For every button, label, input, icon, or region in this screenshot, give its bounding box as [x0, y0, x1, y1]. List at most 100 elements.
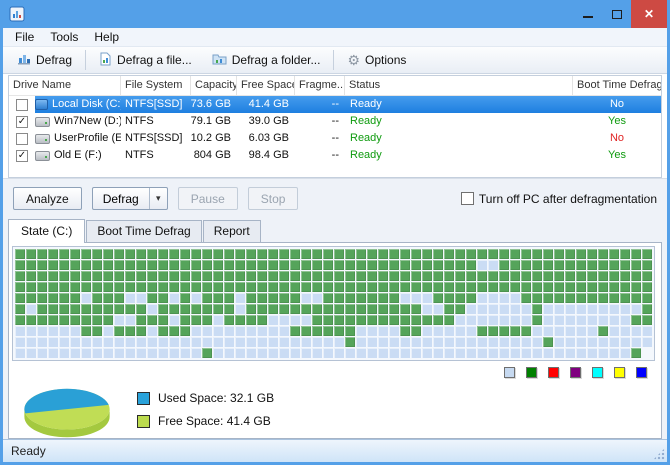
used-block [499, 282, 509, 292]
used-block [323, 293, 333, 303]
column-header-drive-name[interactable]: Drive Name [9, 76, 121, 95]
defrag-folder-button[interactable]: Defrag a folder... [202, 49, 331, 72]
used-block [235, 315, 245, 325]
column-header-free-space[interactable]: Free Space [237, 76, 295, 95]
free-block [389, 337, 399, 347]
used-block [147, 249, 157, 259]
used-block [576, 271, 586, 281]
legend-swatch [504, 367, 515, 378]
used-block [521, 249, 531, 259]
free-block [59, 337, 69, 347]
drive-checkbox[interactable] [16, 133, 28, 145]
used-block [268, 304, 278, 314]
column-header-boot-time-defrag[interactable]: Boot Time Defrag [573, 76, 661, 95]
used-block [70, 282, 80, 292]
defrag-toolbar-button[interactable]: Defrag [7, 49, 82, 72]
drive-table-header: Drive Name File System Capacity Free Spa… [9, 76, 661, 96]
used-block [301, 271, 311, 281]
column-header-file-system[interactable]: File System [121, 76, 191, 95]
free-block [15, 348, 25, 358]
used-block [26, 271, 36, 281]
used-block [48, 260, 58, 270]
menu-file[interactable]: File [7, 29, 42, 45]
drive-checkbox[interactable]: ✓ [16, 116, 28, 128]
defrag-file-button[interactable]: Defrag a file... [89, 49, 202, 72]
defrag-dropdown-button[interactable]: ▾ [150, 188, 167, 209]
used-block [180, 315, 190, 325]
table-row[interactable]: Local Disk (C:)NTFS[SSD]73.6 GB41.4 GB--… [9, 96, 661, 113]
used-block [37, 315, 47, 325]
free-block [521, 337, 531, 347]
used-block [400, 315, 410, 325]
defrag-button[interactable]: Defrag [93, 188, 150, 209]
maximize-button[interactable] [602, 0, 631, 28]
minimize-button[interactable] [573, 0, 602, 28]
used-block [268, 260, 278, 270]
options-button[interactable]: ⚙ Options [337, 49, 416, 72]
free-block [103, 337, 113, 347]
table-row[interactable]: UserProfile (E:)NTFS[SSD]10.2 GB6.03 GB-… [9, 130, 661, 147]
free-block [422, 326, 432, 336]
used-block [213, 304, 223, 314]
free-block [279, 315, 289, 325]
used-block [477, 249, 487, 259]
used-block [48, 304, 58, 314]
column-header-status[interactable]: Status [345, 76, 573, 95]
used-block [356, 304, 366, 314]
free-block [26, 348, 36, 358]
state-panel: Used Space: 32.1 GB Free Space: 41.4 GB … [8, 242, 662, 439]
tab-boot-time-defrag[interactable]: Boot Time Defrag [86, 220, 201, 242]
column-header-fragmentation[interactable]: Fragme... [295, 76, 345, 95]
used-block [334, 326, 344, 336]
free-block [147, 326, 157, 336]
used-block [257, 271, 267, 281]
capacity-cell: 73.6 GB [191, 96, 237, 113]
used-block [609, 260, 619, 270]
used-block [631, 260, 641, 270]
free-block [158, 348, 168, 358]
used-block [59, 260, 69, 270]
free-block [81, 348, 91, 358]
used-block [411, 249, 421, 259]
stop-button[interactable]: Stop [248, 187, 299, 210]
free-block [378, 326, 388, 336]
turn-off-label: Turn off PC after defragmentation [479, 192, 657, 206]
free-block [301, 315, 311, 325]
used-block [367, 293, 377, 303]
used-block [323, 315, 333, 325]
legend-swatch [570, 367, 581, 378]
table-row[interactable]: ✓Win7New (D:)NTFS79.1 GB39.0 GB--ReadyYe… [9, 113, 661, 130]
drive-name-cell: UserProfile (E:) [35, 130, 121, 147]
used-block [279, 293, 289, 303]
drive-icon [35, 117, 50, 127]
used-block [70, 271, 80, 281]
close-button[interactable]: ✕ [631, 0, 667, 28]
boot-time-defrag-cell: No [573, 96, 661, 113]
used-block [356, 293, 366, 303]
drive-checkbox[interactable] [16, 99, 28, 111]
drive-name-cell: Win7New (D:) [35, 113, 121, 130]
analyze-button[interactable]: Analyze [13, 187, 82, 210]
menu-tools[interactable]: Tools [42, 29, 86, 45]
used-block [48, 282, 58, 292]
used-block [389, 315, 399, 325]
used-block [345, 315, 355, 325]
resize-grip[interactable] [653, 448, 665, 460]
free-block [466, 315, 476, 325]
free-block [466, 304, 476, 314]
pause-button[interactable]: Pause [178, 187, 238, 210]
drive-checkbox[interactable]: ✓ [16, 150, 28, 162]
free-block [532, 337, 542, 347]
table-row[interactable]: ✓Old E (F:)NTFS804 GB98.4 GB--ReadyYes [9, 147, 661, 164]
tab-report[interactable]: Report [203, 220, 261, 242]
tab-state[interactable]: State (C:) [8, 219, 85, 243]
free-block [609, 304, 619, 314]
menu-help[interactable]: Help [86, 29, 127, 45]
status-cell: Ready [345, 96, 573, 113]
free-block [191, 293, 201, 303]
used-block [642, 282, 652, 292]
used-block [125, 282, 135, 292]
file-icon [99, 52, 112, 69]
column-header-capacity[interactable]: Capacity [191, 76, 237, 95]
turn-off-checkbox[interactable] [461, 192, 474, 205]
